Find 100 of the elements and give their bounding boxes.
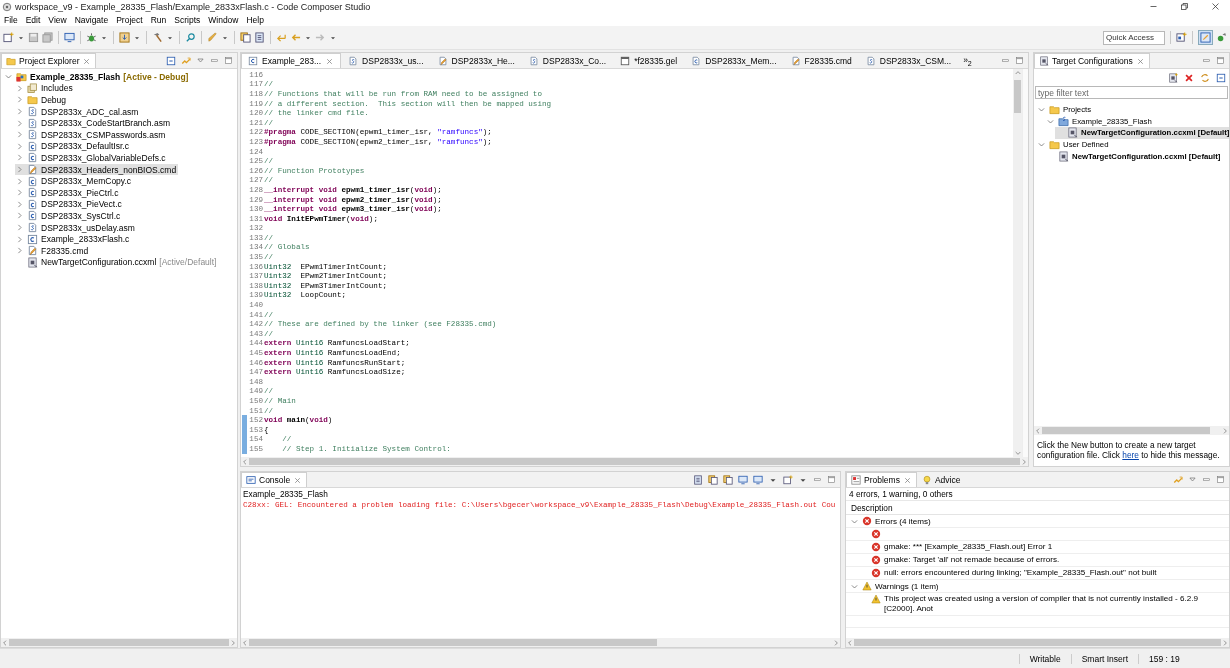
menu-item[interactable]: Help xyxy=(242,14,268,25)
maximize-icon[interactable] xyxy=(827,475,836,484)
display-console-icon[interactable] xyxy=(753,474,763,485)
close-icon[interactable] xyxy=(325,56,335,66)
menu-item[interactable]: Edit xyxy=(21,14,45,25)
problem-group[interactable]: Warnings (1 item) xyxy=(846,580,1229,593)
scroll-thumb[interactable] xyxy=(1014,79,1021,113)
menu-item[interactable]: Window xyxy=(204,14,243,25)
editor-tab[interactable]: DSP2833x_CSM... xyxy=(858,53,959,68)
tree-item[interactable]: DSP2833x_MemCopy.c xyxy=(15,175,134,187)
tree-item[interactable]: DSP2833x_PieVect.c xyxy=(15,198,124,211)
editor-tab[interactable]: DSP2833x_He... xyxy=(430,53,522,68)
back-arrow-icon[interactable] xyxy=(276,32,287,43)
maximize-icon[interactable] xyxy=(1015,56,1024,65)
scroll-down-icon[interactable] xyxy=(1013,449,1022,457)
tree-item[interactable]: DSP2833x_usDelay.asm xyxy=(15,221,137,234)
editor-tab[interactable]: *f28335.gel xyxy=(613,53,685,68)
close-icon[interactable] xyxy=(293,475,303,485)
tree-item[interactable]: DSP2833x_GlobalVariableDefs.c xyxy=(15,152,168,164)
horizontal-scrollbar[interactable] xyxy=(241,638,840,647)
arrow-left-icon[interactable] xyxy=(290,32,301,43)
maximize-icon[interactable] xyxy=(1216,56,1225,65)
search-icon[interactable] xyxy=(185,32,196,43)
save-icon[interactable] xyxy=(28,32,39,43)
view-tab[interactable]: Target Configurations xyxy=(1034,53,1150,68)
menu-item[interactable]: Navigate xyxy=(70,14,113,25)
scroll-left-icon[interactable] xyxy=(846,638,854,647)
quick-access-field[interactable]: Quick Access xyxy=(1103,30,1165,45)
tree-item[interactable]: DSP2833x_CodeStartBranch.asm xyxy=(15,117,172,129)
scroll-left-icon[interactable] xyxy=(1,638,9,647)
editor-tab[interactable]: DSP2833x_Mem... xyxy=(684,53,784,68)
tree-item[interactable]: DSP2833x_PieCtrl.c xyxy=(15,186,121,199)
tree-item[interactable]: Includes xyxy=(15,82,75,95)
editor-tab[interactable]: DSP2833x_us... xyxy=(341,53,431,68)
scroll-left-icon[interactable] xyxy=(241,457,249,466)
close-icon[interactable] xyxy=(902,475,912,485)
collapse-all-icon[interactable] xyxy=(166,55,176,66)
tree-item[interactable]: NewTargetConfiguration.ccxml [Active/Default] xyxy=(15,256,219,269)
tree-item[interactable]: Example_2833xFlash.c xyxy=(15,233,132,245)
tree-item[interactable]: F28335.cmd xyxy=(15,244,91,257)
save-all-icon[interactable] xyxy=(42,32,53,43)
editor-tab[interactable]: F28335.cmd xyxy=(783,53,859,68)
edit-perspective-icon[interactable] xyxy=(1200,32,1211,43)
problem-group[interactable]: Errors (4 items) xyxy=(846,515,1229,528)
scroll-thumb[interactable] xyxy=(854,639,1221,646)
horizontal-scrollbar[interactable] xyxy=(846,638,1229,647)
bug-icon[interactable] xyxy=(86,32,97,43)
scroll-right-icon[interactable] xyxy=(1221,638,1229,647)
menu-item[interactable]: Run xyxy=(146,14,171,25)
hammer-icon[interactable] xyxy=(152,32,163,43)
minimize-icon[interactable] xyxy=(813,475,822,484)
minimize-icon[interactable] xyxy=(1202,56,1211,65)
view-menu-icon[interactable] xyxy=(1188,475,1197,484)
horizontal-scrollbar[interactable] xyxy=(241,457,1028,466)
view-tab[interactable]: Advice xyxy=(916,472,966,487)
more-tabs-button[interactable]: »$_{2}$ xyxy=(958,54,977,68)
minimize-icon[interactable] xyxy=(210,56,219,65)
scroll-left-icon[interactable] xyxy=(1034,426,1042,435)
scroll-left-icon[interactable] xyxy=(241,638,249,647)
tree-item[interactable]: DSP2833x_SysCtrl.c xyxy=(15,210,123,222)
brush-icon[interactable] xyxy=(207,32,218,43)
tree-item[interactable]: DSP2833x_ADC_cal.asm xyxy=(15,105,141,118)
document-icon[interactable] xyxy=(254,32,265,43)
scroll-right-icon[interactable] xyxy=(1020,457,1028,466)
horizontal-scrollbar[interactable] xyxy=(1,638,237,647)
scroll-thumb[interactable] xyxy=(1042,427,1211,434)
scroll-thumb[interactable] xyxy=(249,458,1020,465)
scroll-up-icon[interactable] xyxy=(1013,69,1022,77)
menu-item[interactable]: Scripts xyxy=(170,14,205,25)
tree-item[interactable]: Example_28335_Flash [Active - Debug] xyxy=(4,71,191,83)
view-tab[interactable]: Problems xyxy=(846,472,917,487)
scroll-right-icon[interactable] xyxy=(832,638,840,647)
view-tab[interactable]: Console xyxy=(241,472,308,487)
maximize-icon[interactable] xyxy=(1216,475,1225,484)
tree-item[interactable]: DSP2833x_CSMPasswords.asm xyxy=(15,128,168,141)
editor-tab[interactable]: DSP2833x_Co... xyxy=(521,53,614,68)
minimize-icon[interactable] xyxy=(1202,475,1211,484)
scroll-thumb[interactable] xyxy=(249,639,658,646)
pages-icon[interactable] xyxy=(240,32,251,43)
new-file-icon[interactable] xyxy=(3,32,14,43)
view-tab[interactable]: Project Explorer xyxy=(1,53,97,68)
menu-item[interactable]: View xyxy=(44,14,71,25)
maximize-icon[interactable] xyxy=(224,56,233,65)
tree-item[interactable]: DSP2833x_DefaultIsr.c xyxy=(15,140,131,153)
download-icon[interactable] xyxy=(119,32,130,43)
new-console-icon[interactable] xyxy=(783,474,793,485)
close-icon[interactable] xyxy=(1135,56,1145,66)
new-config-icon[interactable] xyxy=(1168,73,1178,83)
debug-perspective-icon[interactable] xyxy=(1216,32,1227,43)
scroll-right-icon[interactable] xyxy=(1221,426,1229,435)
open-perspective-icon[interactable] xyxy=(1176,32,1187,43)
hide-message-link[interactable]: here xyxy=(1122,450,1139,460)
monitor-icon[interactable] xyxy=(64,32,75,43)
minimize-icon[interactable] xyxy=(1001,56,1010,65)
scroll-thumb[interactable] xyxy=(9,639,229,646)
close-icon[interactable] xyxy=(82,56,92,66)
vertical-scrollbar[interactable] xyxy=(1013,69,1022,457)
view-menu-icon[interactable] xyxy=(196,56,205,65)
tree-item[interactable]: DSP2833x_Headers_nonBIOS.cmd xyxy=(15,163,179,176)
collapse-all-icon[interactable] xyxy=(1216,73,1226,83)
